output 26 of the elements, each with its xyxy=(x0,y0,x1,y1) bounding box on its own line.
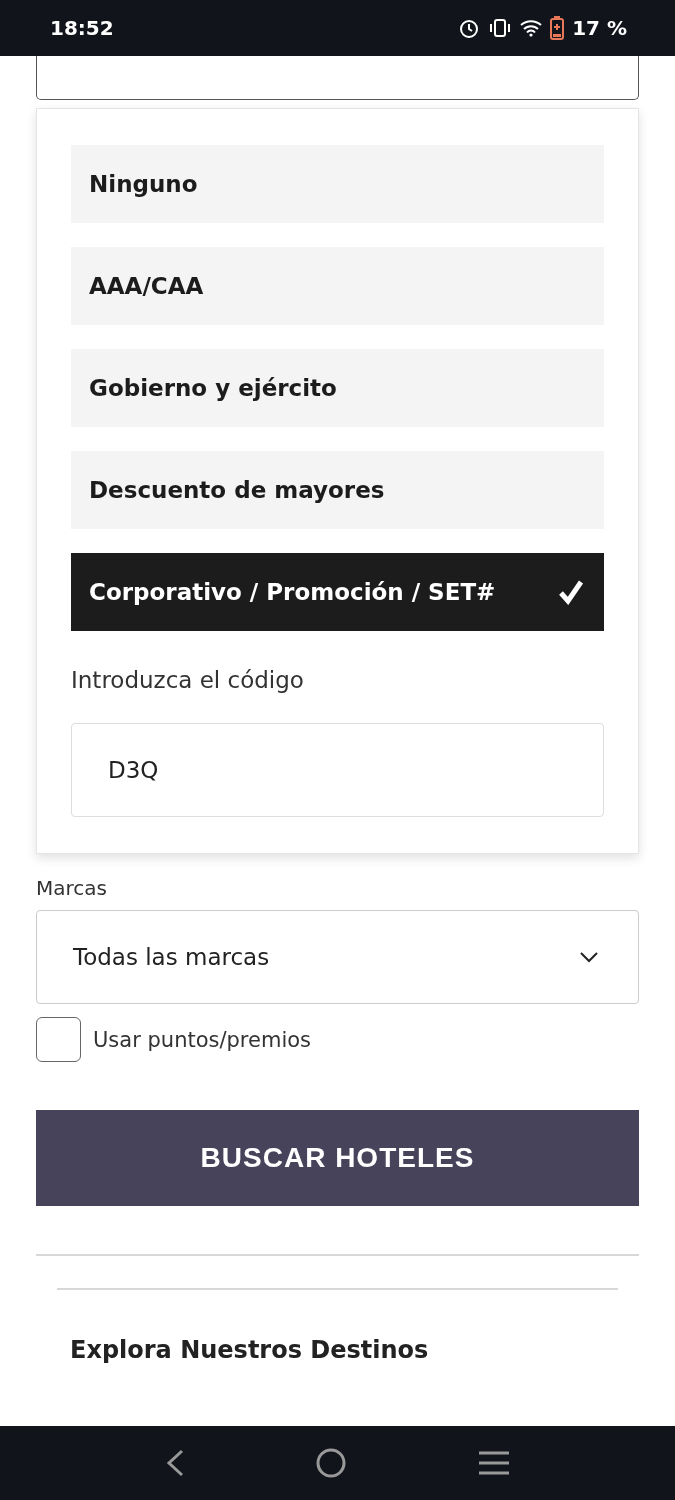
battery-icon xyxy=(550,16,565,40)
menu-icon[interactable] xyxy=(477,1451,510,1475)
dropdown-option[interactable]: AAA/CAA xyxy=(71,247,604,325)
dropdown-option[interactable]: Descuento de mayores xyxy=(71,451,604,529)
dropdown-option[interactable]: Corporativo / Promoción / SET# xyxy=(71,553,604,631)
alarm-icon xyxy=(458,17,481,39)
battery-percent: 17 % xyxy=(572,16,627,40)
code-input-field[interactable]: D3Q xyxy=(71,723,604,817)
search-hotels-button[interactable]: BUSCAR HOTELES xyxy=(36,1110,639,1206)
discount-select-field[interactable] xyxy=(36,56,639,100)
back-icon[interactable] xyxy=(165,1449,184,1477)
dropdown-option[interactable]: Ninguno xyxy=(71,145,604,223)
brands-select[interactable]: Todas las marcas xyxy=(36,910,639,1004)
brands-value: Todas las marcas xyxy=(73,944,270,970)
brands-label: Marcas xyxy=(36,876,108,900)
home-icon[interactable] xyxy=(314,1447,347,1479)
vibrate-icon xyxy=(488,18,513,38)
checkmark-icon xyxy=(558,579,584,605)
wifi-icon xyxy=(520,19,543,37)
points-checkbox[interactable] xyxy=(36,1017,81,1062)
code-label: Introduzca el código xyxy=(71,667,305,693)
explore-heading: Explora Nuestros Destinos xyxy=(70,1336,430,1364)
points-label: Usar puntos/premios xyxy=(93,1027,312,1052)
dropdown-option[interactable]: Gobierno y ejército xyxy=(71,349,604,427)
status-time: 18:52 xyxy=(50,16,114,40)
chevron-down-icon xyxy=(580,951,598,963)
